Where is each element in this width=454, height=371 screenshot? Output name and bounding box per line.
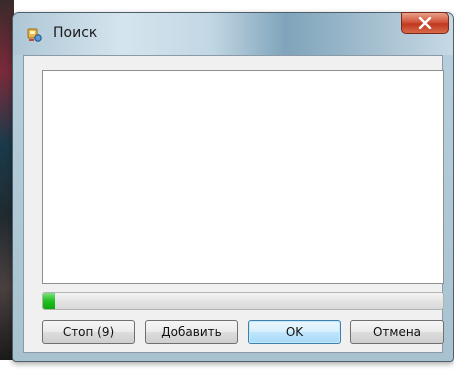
results-list[interactable] (42, 70, 444, 284)
search-dialog: Поиск Стоп (9) Добавить OK Отмена (12, 12, 454, 362)
cancel-button[interactable]: Отмена (350, 320, 444, 344)
search-progress-bar (42, 292, 444, 310)
dialog-client-area: Стоп (9) Добавить OK Отмена (23, 55, 444, 353)
progress-fill (43, 293, 55, 309)
stop-button[interactable]: Стоп (9) (42, 320, 135, 344)
window-title: Поиск (53, 25, 98, 41)
ok-button[interactable]: OK (248, 320, 341, 344)
desktop-background: Поиск Стоп (9) Добавить OK Отмена (0, 0, 454, 371)
add-button[interactable]: Добавить (145, 320, 238, 344)
close-icon (418, 17, 432, 29)
search-app-icon (27, 27, 43, 43)
title-bar[interactable]: Поиск (13, 12, 453, 55)
close-button[interactable] (401, 12, 449, 34)
